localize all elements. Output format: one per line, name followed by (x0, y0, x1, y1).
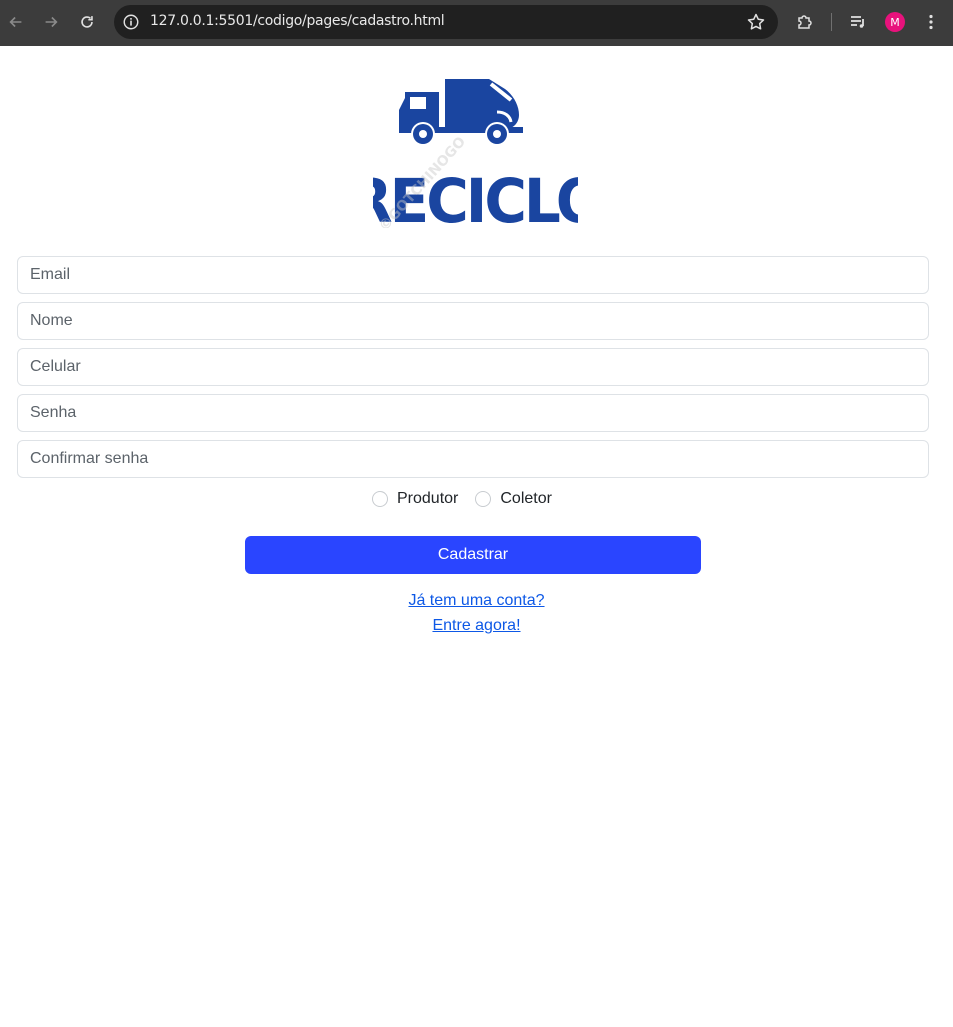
radio-coletor-label[interactable]: Coletor (500, 490, 552, 508)
extensions-button[interactable] (794, 11, 816, 33)
login-action-link[interactable]: Entre agora! (432, 617, 520, 634)
radio-produtor-label[interactable]: Produtor (397, 490, 458, 508)
arrow-right-icon (45, 16, 58, 28)
cadastrar-button[interactable]: Cadastrar (245, 536, 701, 574)
email-field[interactable] (17, 256, 929, 294)
role-radio-group: Produtor Coletor (372, 488, 552, 510)
browser-toolbar: 127.0.0.1:5501/codigo/pages/cadastro.htm… (0, 0, 953, 46)
bookmark-star-icon[interactable] (746, 12, 766, 32)
profile-avatar[interactable]: M (885, 12, 905, 32)
name-field[interactable] (17, 302, 929, 340)
site-info-icon[interactable] (122, 13, 140, 31)
radio-produtor[interactable] (372, 491, 388, 507)
kebab-menu-icon (929, 14, 933, 30)
login-question-link[interactable]: Já tem uma conta? (408, 592, 544, 609)
reciclo-logo: RECICLO ©GOTCHINOGO (373, 79, 578, 228)
garbage-truck-icon (399, 79, 523, 146)
url-text[interactable]: 127.0.0.1:5501/codigo/pages/cadastro.htm… (150, 13, 445, 29)
arrow-left-icon (9, 16, 22, 28)
confirm-password-field[interactable] (17, 440, 929, 478)
login-action: Entre agora! (0, 617, 953, 635)
address-bar[interactable]: 127.0.0.1:5501/codigo/pages/cadastro.htm… (114, 5, 778, 39)
password-field[interactable] (17, 394, 929, 432)
page-content: RECICLO ©GOTCHINOGO Produtor Coletor Cad… (0, 46, 953, 1027)
back-button[interactable] (3, 9, 29, 35)
reload-button[interactable] (74, 9, 100, 35)
login-question: Já tem uma conta? (0, 592, 953, 610)
forward-button[interactable] (38, 9, 64, 35)
puzzle-icon (798, 15, 812, 29)
menu-button[interactable] (920, 11, 942, 33)
phone-field[interactable] (17, 348, 929, 386)
media-button[interactable] (847, 11, 869, 33)
radio-coletor[interactable] (475, 491, 492, 507)
playlist-icon (851, 16, 864, 28)
reload-icon (81, 16, 93, 28)
toolbar-separator (831, 13, 832, 31)
